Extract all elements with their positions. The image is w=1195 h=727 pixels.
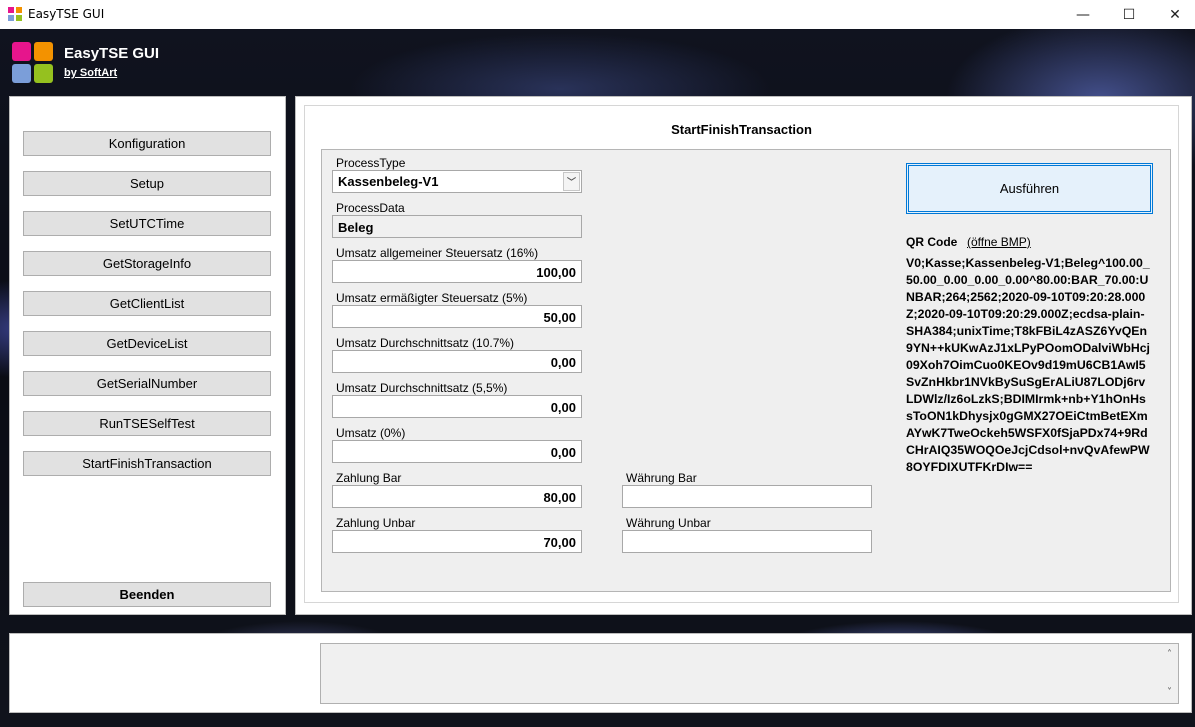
currency-noncash-label: Währung Unbar: [626, 516, 711, 530]
payment-noncash-field[interactable]: 70,00: [332, 530, 582, 553]
run-tse-self-test-button[interactable]: RunTSESelfTest: [23, 411, 271, 436]
payment-cash-field[interactable]: 80,00: [332, 485, 582, 508]
set-utc-time-button[interactable]: SetUTCTime: [23, 211, 271, 236]
execute-button[interactable]: Ausführen: [906, 163, 1153, 214]
chevron-down-icon[interactable]: ﹀: [563, 172, 580, 191]
revenue-reduced-field[interactable]: 50,00: [332, 305, 582, 328]
start-finish-transaction-button[interactable]: StartFinishTransaction: [23, 451, 271, 476]
get-device-list-button[interactable]: GetDeviceList: [23, 331, 271, 356]
app-icon: [8, 7, 22, 21]
brand-name: EasyTSE GUI: [64, 45, 160, 62]
get-client-list-button[interactable]: GetClientList: [23, 291, 271, 316]
currency-cash-label: Währung Bar: [626, 471, 697, 485]
window-title: EasyTSE GUI: [28, 7, 105, 21]
revenue-average-10-7-label: Umsatz Durchschnittsatz (10.7%): [336, 336, 515, 350]
log-panel: ˄ ˅: [9, 633, 1192, 713]
softart-logo-icon: [12, 42, 54, 84]
get-serial-number-button[interactable]: GetSerialNumber: [23, 371, 271, 396]
transaction-form: ProcessType Kassenbeleg-V1 ﹀ ProcessData…: [321, 149, 1171, 592]
get-storage-info-button[interactable]: GetStorageInfo: [23, 251, 271, 276]
exit-button[interactable]: Beenden: [23, 582, 271, 607]
revenue-average-10-7-field[interactable]: 0,00: [332, 350, 582, 373]
scroll-up-icon[interactable]: ˄: [1161, 646, 1178, 663]
revenue-standard-field[interactable]: 100,00: [332, 260, 582, 283]
revenue-average-5-5-label: Umsatz Durchschnittsatz (5,5%): [336, 381, 508, 395]
konfiguration-button[interactable]: Konfiguration: [23, 131, 271, 156]
revenue-zero-label: Umsatz (0%): [336, 426, 406, 440]
process-data-field[interactable]: Beleg: [332, 215, 582, 238]
currency-noncash-field[interactable]: [622, 530, 872, 553]
payment-cash-label: Zahlung Bar: [336, 471, 402, 485]
brand-byline-link[interactable]: by SoftArt: [64, 67, 117, 79]
close-button[interactable]: ✕: [1152, 0, 1195, 29]
revenue-standard-label: Umsatz allgemeiner Steuersatz (16%): [336, 246, 539, 260]
transaction-group: StartFinishTransaction ProcessType Kasse…: [304, 105, 1179, 603]
revenue-average-5-5-field[interactable]: 0,00: [332, 395, 582, 418]
process-type-label: ProcessType: [336, 156, 406, 170]
scroll-down-icon[interactable]: ˅: [1161, 684, 1178, 701]
title-bar: EasyTSE GUI — ☐ ✕: [0, 0, 1195, 29]
setup-button[interactable]: Setup: [23, 171, 271, 196]
revenue-reduced-label: Umsatz ermäßigter Steuersatz (5%): [336, 291, 528, 305]
revenue-zero-field[interactable]: 0,00: [332, 440, 582, 463]
process-type-value: Kassenbeleg-V1: [338, 174, 439, 189]
currency-cash-field[interactable]: [622, 485, 872, 508]
main-panel: StartFinishTransaction ProcessType Kasse…: [295, 96, 1192, 615]
open-bmp-link[interactable]: (öffne BMP): [967, 235, 1031, 249]
navigation-panel: Konfiguration Setup SetUTCTime GetStorag…: [9, 96, 286, 615]
log-textarea[interactable]: ˄ ˅: [320, 643, 1179, 704]
page-title: StartFinishTransaction: [671, 122, 812, 137]
log-scrollbar[interactable]: ˄ ˅: [1161, 644, 1178, 703]
process-type-select[interactable]: Kassenbeleg-V1 ﹀: [332, 170, 582, 193]
qr-code-data: V0;Kasse;Kassenbeleg-V1;Beleg^100.00_50.…: [906, 256, 1150, 474]
process-data-label: ProcessData: [336, 201, 405, 215]
maximize-button[interactable]: ☐: [1106, 0, 1152, 29]
payment-noncash-label: Zahlung Unbar: [336, 516, 416, 530]
qr-code-label: QR Code: [906, 235, 958, 249]
minimize-button[interactable]: —: [1060, 0, 1106, 29]
